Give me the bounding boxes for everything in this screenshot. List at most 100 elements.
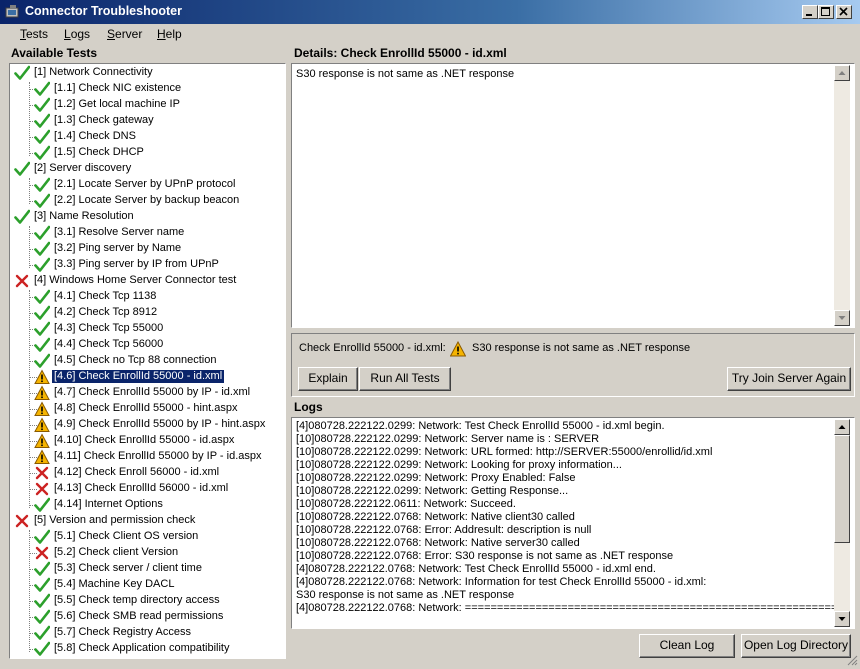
check-icon — [34, 241, 51, 257]
minimize-button[interactable] — [802, 5, 818, 19]
tree-item-label: [5.3] Check server / client time — [54, 562, 202, 574]
tree-item-label: [4] Windows Home Server Connector test — [34, 274, 237, 286]
menu-logs[interactable]: Logs — [64, 27, 90, 41]
log-line: [4]080728.222122.0299: Network: Test Che… — [296, 420, 665, 432]
logs-scroll-thumb[interactable] — [834, 435, 850, 543]
x-icon — [14, 273, 30, 289]
logs-scroll-down-button[interactable] — [834, 611, 850, 627]
check-icon — [34, 225, 51, 241]
tree-item-label: [1.1] Check NIC existence — [54, 82, 182, 94]
maximize-button[interactable] — [818, 5, 834, 19]
warning-icon — [34, 401, 50, 417]
arrow-up-icon — [838, 71, 846, 75]
tree-item-label: [4.6] Check EnrollId 55000 - id.xml — [50, 369, 226, 384]
arrow-down-icon — [838, 316, 846, 320]
tree-item-label: [3.2] Ping server by Name — [54, 242, 182, 254]
log-line: [4]080728.222122.0768: Network: Informat… — [296, 576, 707, 588]
log-line: [10]080728.222122.0299: Network: Looking… — [296, 459, 622, 471]
details-textbox[interactable]: S30 response is not same as .NET respons… — [291, 63, 855, 328]
check-icon — [34, 257, 51, 273]
log-line: [10]080728.222122.0299: Network: Server … — [296, 433, 600, 445]
check-icon — [14, 65, 31, 81]
warning-icon — [34, 385, 50, 401]
warning-icon — [34, 433, 50, 449]
app-icon — [5, 5, 21, 19]
log-line: [10]080728.222122.0299: Network: Proxy E… — [296, 472, 576, 484]
x-icon — [34, 465, 50, 481]
details-label: Details: Check EnrollId 55000 - id.xml — [294, 46, 507, 60]
tree-item-label: [4.5] Check no Tcp 88 connection — [54, 354, 217, 366]
minimize-icon — [806, 14, 812, 16]
x-icon — [34, 545, 50, 561]
warning-icon — [34, 417, 50, 433]
test-tree[interactable]: [1] Network Connectivity [1.1] Check NIC … — [9, 63, 286, 659]
check-icon — [34, 97, 51, 113]
explain-button[interactable]: Explain — [298, 367, 358, 391]
details-scroll-down-button[interactable] — [834, 310, 850, 326]
check-icon — [34, 81, 51, 97]
close-button[interactable] — [836, 5, 852, 19]
log-line: [10]080728.222122.0768: Error: S30 respo… — [296, 550, 674, 562]
check-icon — [34, 609, 51, 625]
log-line: [10]080728.222122.0768: Network: Native … — [296, 511, 575, 523]
run-all-tests-button[interactable]: Run All Tests — [359, 367, 451, 391]
logs-scrollbar[interactable] — [834, 419, 850, 627]
log-line: [10]080728.222122.0299: Network: Getting… — [296, 485, 569, 497]
tree-item-label: [3.1] Resolve Server name — [54, 226, 185, 238]
tree-item-label: [1.3] Check gateway — [54, 114, 154, 126]
tree-item-label: [5.4] Machine Key DACL — [54, 578, 175, 590]
run-all-tests-button-label: Run All Tests — [370, 371, 440, 385]
tree-item-label: [5.2] Check client Version — [54, 546, 179, 558]
size-grip-icon[interactable] — [846, 654, 858, 666]
check-icon — [34, 497, 51, 513]
logs-label: Logs — [294, 400, 323, 414]
check-icon — [34, 641, 51, 657]
log-line: [10]080728.222122.0611: Network: Succeed… — [296, 498, 516, 510]
menu-bar: Tests Logs Server Help — [0, 24, 860, 44]
summary-message: S30 response is not same as .NET respons… — [472, 342, 691, 354]
check-icon — [34, 353, 51, 369]
menu-server[interactable]: Server — [107, 27, 142, 41]
arrow-up-icon — [838, 425, 846, 429]
tree-connector-line — [29, 290, 30, 508]
tree-connector-line — [29, 82, 30, 156]
tree-item-label: [4.9] Check EnrollId 55000 by IP - hint.… — [54, 418, 266, 430]
tree-item-label: [1.2] Get local machine IP — [54, 98, 180, 110]
tree-item-label: [4.13] Check EnrollId 56000 - id.xml — [54, 482, 229, 494]
tree-item-label: [5.7] Check Registry Access — [54, 626, 191, 638]
open-log-directory-button-label: Open Log Directory — [743, 638, 849, 652]
tree-item-label: [1] Network Connectivity — [34, 66, 153, 78]
maximize-icon — [821, 7, 830, 16]
tree-item-label: [5] Version and permission check — [34, 514, 196, 526]
log-line: [10]080728.222122.0768: Network: Native … — [296, 537, 580, 549]
check-icon — [34, 113, 51, 129]
summary-test-name: Check EnrollId 55000 - id.xml: — [299, 342, 446, 354]
details-scrollbar[interactable] — [834, 65, 850, 326]
menu-tests[interactable]: Tests — [20, 27, 48, 41]
check-icon — [34, 577, 51, 593]
check-icon — [34, 337, 51, 353]
tree-item-label: [4.11] Check EnrollId 55000 by IP - id.a… — [54, 450, 262, 462]
tree-item-label: [1.4] Check DNS — [54, 130, 136, 142]
check-icon — [34, 529, 51, 545]
check-icon — [34, 129, 51, 145]
tree-item-label: [3.3] Ping server by IP from UPnP — [54, 258, 219, 270]
try-join-server-button[interactable]: Try Join Server Again — [727, 367, 851, 391]
title-bar[interactable]: Connector Troubleshooter — [0, 0, 860, 24]
details-scroll-up-button[interactable] — [834, 65, 850, 81]
clean-log-button[interactable]: Clean Log — [639, 634, 735, 658]
warning-icon — [34, 449, 50, 465]
tree-item-label: [4.14] Internet Options — [54, 498, 163, 510]
check-icon — [34, 321, 51, 337]
arrow-down-icon — [838, 617, 846, 621]
logs-textbox[interactable]: [4]080728.222122.0299: Network: Test Che… — [291, 417, 855, 629]
log-line: S30 response is not same as .NET respons… — [296, 589, 515, 601]
log-line: [4]080728.222122.0768: Network: Test Che… — [296, 563, 656, 575]
tree-item-label: [4.4] Check Tcp 56000 — [54, 338, 164, 350]
menu-help[interactable]: Help — [157, 27, 182, 41]
check-icon — [34, 145, 51, 161]
tree-item-label: [5.1] Check Client OS version — [54, 530, 199, 542]
logs-scroll-up-button[interactable] — [834, 419, 850, 435]
tree-item-label: [1.5] Check DHCP — [54, 146, 144, 158]
open-log-directory-button[interactable]: Open Log Directory — [741, 634, 851, 658]
